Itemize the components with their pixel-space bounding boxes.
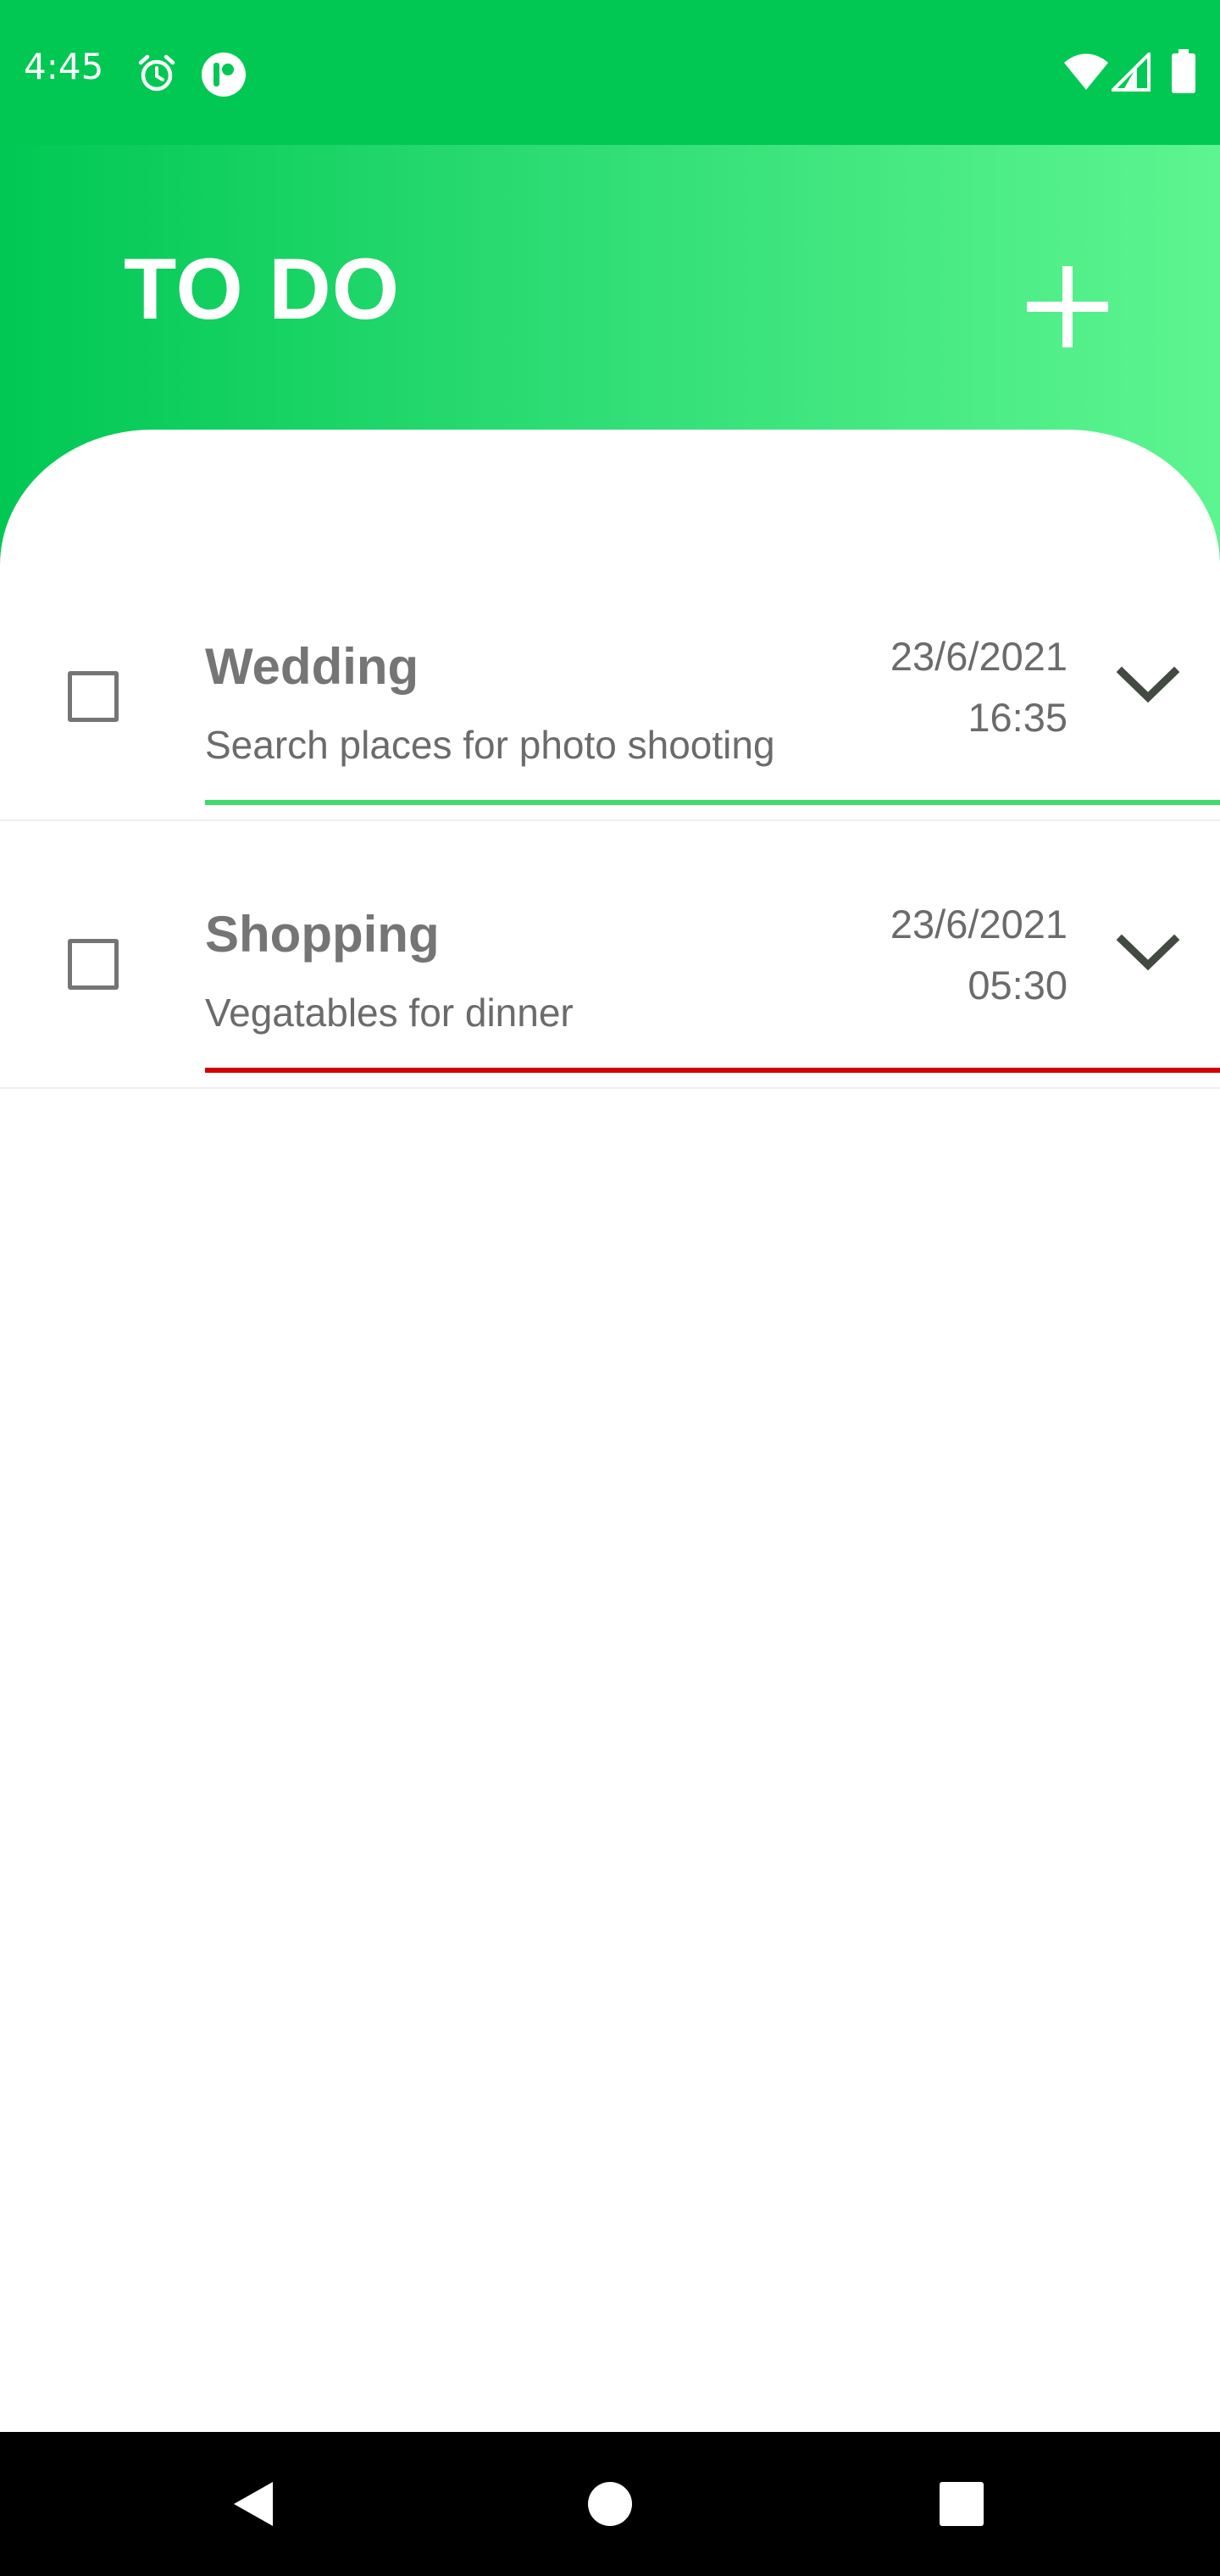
battery-icon — [1172, 49, 1195, 93]
todo-date: 23/6/2021 — [890, 634, 1068, 679]
priority-indicator — [205, 1068, 1220, 1073]
alarm-icon — [138, 54, 175, 92]
todo-date: 23/6/2021 — [890, 902, 1068, 947]
page-title: TO DO — [124, 241, 401, 337]
todo-time: 16:35 — [968, 695, 1068, 740]
todo-list: Wedding Search places for photo shooting… — [0, 430, 1220, 2432]
list-item[interactable]: Shopping Vegatables for dinner 23/6/2021… — [0, 855, 1220, 1089]
signal-icon — [1112, 53, 1151, 92]
todo-title: Wedding — [205, 638, 419, 695]
expand-button[interactable] — [1110, 916, 1186, 992]
status-bar: 4:45 — [0, 0, 1220, 145]
todo-description: Vegatables for dinner — [205, 991, 574, 1035]
back-icon[interactable] — [229, 2479, 280, 2529]
todo-title: Shopping — [205, 906, 440, 963]
add-todo-button[interactable] — [1018, 258, 1117, 356]
app-notification-icon — [202, 53, 246, 97]
todo-checkbox[interactable] — [68, 939, 119, 990]
chevron-down-icon — [1116, 666, 1180, 703]
chevron-down-icon — [1116, 934, 1180, 971]
todo-description: Search places for photo shooting — [205, 723, 775, 767]
plus-icon — [1027, 266, 1108, 347]
wifi-icon — [1064, 53, 1108, 90]
navigation-bar — [0, 2432, 1220, 2576]
expand-button[interactable] — [1110, 648, 1186, 724]
recents-icon[interactable] — [938, 2480, 985, 2528]
todo-time: 05:30 — [968, 963, 1068, 1008]
list-item[interactable]: Wedding Search places for photo shooting… — [0, 587, 1220, 821]
home-icon[interactable] — [585, 2479, 635, 2529]
status-time: 4:45 — [24, 46, 104, 87]
todo-checkbox[interactable] — [68, 671, 119, 722]
priority-indicator — [205, 800, 1220, 805]
